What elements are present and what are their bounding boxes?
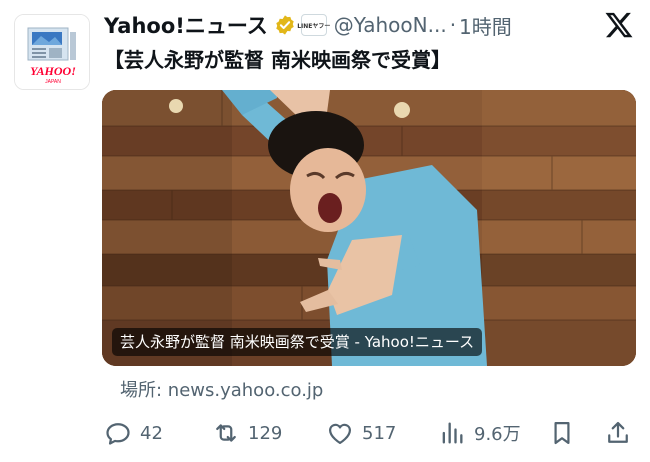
verified-badge-icon[interactable]	[274, 14, 296, 36]
card-source[interactable]: 場所: news.yahoo.co.jp	[120, 376, 323, 402]
retweet-button[interactable]: 129	[212, 416, 282, 450]
card-caption: 芸人永野が監督 南米映画祭で受賞 - Yahoo!ニュース	[112, 328, 483, 356]
display-name[interactable]: Yahoo!ニュース	[104, 10, 268, 40]
like-count: 517	[362, 422, 397, 444]
tweet-header: Yahoo!ニュース LINEヤフー @YahooN... · 1時間	[104, 10, 512, 40]
link-card[interactable]: 芸人永野が監督 南米映画祭で受賞 - Yahoo!ニュース	[102, 90, 636, 366]
separator: ·	[449, 13, 457, 37]
reply-count: 42	[140, 422, 163, 444]
reply-button[interactable]: 42	[104, 416, 163, 450]
timestamp[interactable]: 1時間	[459, 11, 512, 40]
x-logo-icon[interactable]	[604, 10, 634, 40]
action-bar: 42 129 517 9.6万	[0, 416, 650, 450]
share-icon	[608, 421, 628, 443]
affiliate-badge[interactable]: LINEヤフー	[297, 14, 330, 36]
retweet-icon	[216, 424, 236, 442]
handle[interactable]: @YahooN...	[334, 13, 447, 37]
avatar[interactable]: YAHOO! JAPAN	[14, 14, 90, 90]
bookmark-button[interactable]	[548, 416, 576, 450]
views-button[interactable]: 9.6万	[438, 416, 521, 450]
avatar-logo-text: YAHOO!	[30, 64, 76, 78]
views-count: 9.6万	[474, 424, 521, 445]
retweet-count: 129	[248, 422, 283, 444]
bookmark-icon	[554, 421, 570, 445]
avatar-logo-sub: JAPAN	[45, 79, 61, 85]
views-icon	[442, 422, 463, 444]
heart-icon	[328, 423, 352, 445]
card-image	[102, 90, 636, 366]
reply-icon	[106, 423, 130, 445]
yahoo-news-logo-icon: YAHOO! JAPAN	[15, 15, 89, 89]
share-button[interactable]	[604, 416, 632, 450]
tweet-text: 【芸人永野が監督 南米映画祭で受賞】	[104, 48, 451, 72]
like-button[interactable]: 517	[326, 416, 396, 450]
